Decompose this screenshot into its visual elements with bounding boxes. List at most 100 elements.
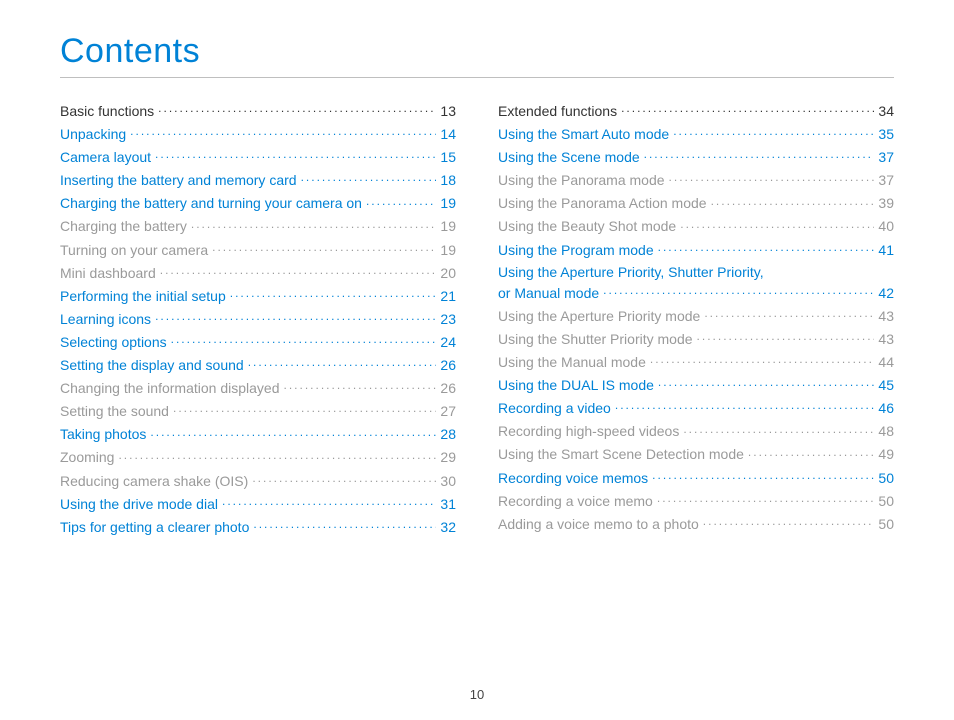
- toc-page: 23: [440, 311, 456, 327]
- toc-label: Adding a voice memo to a photo: [498, 516, 699, 532]
- toc-entry[interactable]: Using the Program mode 41: [498, 241, 894, 258]
- toc-entry-cont[interactable]: or Manual mode42: [498, 284, 894, 301]
- toc-page: 29: [440, 449, 456, 465]
- toc-page: 19: [440, 242, 456, 258]
- toc-label: Using the DUAL IS mode: [498, 377, 654, 393]
- toc-entry[interactable]: Recording a video46: [498, 399, 894, 416]
- toc-page: 19: [440, 195, 456, 211]
- toc-label: Using the Program mode: [498, 242, 654, 258]
- toc-entry[interactable]: Using the drive mode dial 31: [60, 495, 456, 512]
- toc-entry: Changing the information displayed 26: [60, 379, 456, 396]
- toc-label: Using the Beauty Shot mode: [498, 218, 676, 234]
- toc-leader: [155, 148, 436, 162]
- toc-entry[interactable]: Performing the initial setup21: [60, 287, 456, 304]
- toc-entry: Recording a voice memo50: [498, 492, 894, 509]
- toc-entry[interactable]: Using the Smart Auto mode35: [498, 125, 894, 142]
- toc-entry[interactable]: Taking photos 28: [60, 425, 456, 442]
- toc-page: 20: [440, 265, 456, 281]
- toc-leader: [652, 469, 874, 483]
- toc-label: Using the Panorama Action mode: [498, 195, 707, 211]
- toc-label: Using the drive mode dial: [60, 496, 218, 512]
- toc-page: 26: [440, 380, 456, 396]
- toc-page: 14: [440, 126, 456, 142]
- toc-page: 35: [878, 126, 894, 142]
- toc-leader: [150, 425, 436, 439]
- toc-leader: [669, 171, 875, 185]
- toc-label: Inserting the battery and memory card: [60, 172, 297, 188]
- toc-entry[interactable]: Using the Scene mode37: [498, 148, 894, 165]
- toc-leader: [697, 330, 875, 344]
- toc-leader: [366, 194, 436, 208]
- toc-page: 37: [878, 172, 894, 188]
- toc-entry: Adding a voice memo to a photo 50: [498, 515, 894, 532]
- toc-label: Recording voice memos: [498, 470, 648, 486]
- toc-page: 13: [440, 103, 456, 119]
- toc-leader: [301, 171, 437, 185]
- toc-label: Mini dashboard: [60, 265, 156, 281]
- toc-entry: Reducing camera shake (OIS) 30: [60, 472, 456, 489]
- toc-entry[interactable]: Unpacking14: [60, 125, 456, 142]
- toc-page: 28: [440, 426, 456, 442]
- toc-leader: [283, 379, 436, 393]
- toc-label: Taking photos: [60, 426, 146, 442]
- toc-label: Using the Smart Scene Detection mode: [498, 446, 744, 462]
- toc-page: 30: [440, 473, 456, 489]
- toc-leader: [130, 125, 436, 139]
- toc-entry[interactable]: Using the DUAL IS mode45: [498, 376, 894, 393]
- toc-leader: [683, 422, 874, 436]
- toc-entry: Recording high-speed videos48: [498, 422, 894, 439]
- toc-entry[interactable]: Using the Aperture Priority, Shutter Pri…: [498, 264, 894, 280]
- toc-page: 15: [440, 149, 456, 165]
- toc-entry: Using the Panorama Action mode39: [498, 194, 894, 211]
- toc-entry: Using the Manual mode44: [498, 353, 894, 370]
- toc-page: 40: [878, 218, 894, 234]
- toc-label: Using the Scene mode: [498, 149, 640, 165]
- page-number: 10: [0, 687, 954, 702]
- toc-label: Charging the battery and turning your ca…: [60, 195, 362, 211]
- toc-columns: Basic functions13 Unpacking14 Camera layou…: [60, 102, 894, 541]
- title-rule: [60, 77, 894, 78]
- toc-label: Changing the information displayed: [60, 380, 279, 396]
- toc-entry[interactable]: Selecting options24: [60, 333, 456, 350]
- toc-entry[interactable]: Charging the battery and turning your ca…: [60, 194, 456, 211]
- toc-column-left: Basic functions13 Unpacking14 Camera layou…: [60, 102, 456, 541]
- toc-page: 27: [440, 403, 456, 419]
- toc-label: Using the Shutter Priority mode: [498, 331, 693, 347]
- toc-page: 50: [878, 516, 894, 532]
- toc-page: 46: [878, 400, 894, 416]
- toc-page: 50: [878, 493, 894, 509]
- toc-page: 41: [878, 242, 894, 258]
- toc-leader: [673, 125, 874, 139]
- toc-label: Reducing camera shake (OIS): [60, 473, 248, 489]
- toc-leader: [748, 445, 875, 459]
- toc-page: 26: [440, 357, 456, 373]
- toc-entry[interactable]: Tips for getting a clearer photo32: [60, 518, 456, 535]
- toc-leader: [704, 307, 874, 321]
- toc-entry: Setting the sound27: [60, 402, 456, 419]
- toc-entry: Extended functions34: [498, 102, 894, 119]
- toc-label: Tips for getting a clearer photo: [60, 519, 249, 535]
- toc-label: Using the Aperture Priority, Shutter Pri…: [498, 264, 764, 280]
- toc-leader: [158, 102, 436, 116]
- toc-leader: [658, 376, 875, 390]
- toc-entry[interactable]: Recording voice memos50: [498, 469, 894, 486]
- toc-entry[interactable]: Camera layout15: [60, 148, 456, 165]
- toc-page: 49: [878, 446, 894, 462]
- toc-leader: [248, 356, 437, 370]
- toc-page: 44: [878, 354, 894, 370]
- toc-leader: [680, 217, 874, 231]
- toc-entry[interactable]: Learning icons23: [60, 310, 456, 327]
- toc-leader: [658, 241, 875, 255]
- toc-entry[interactable]: Inserting the battery and memory card18: [60, 171, 456, 188]
- toc-label: Selecting options: [60, 334, 167, 350]
- toc-leader: [222, 495, 436, 509]
- toc-entry: Basic functions13: [60, 102, 456, 119]
- toc-page: 43: [878, 308, 894, 324]
- toc-page: 19: [440, 218, 456, 234]
- toc-leader: [615, 399, 875, 413]
- toc-leader: [657, 492, 875, 506]
- toc-label: or Manual mode: [498, 285, 599, 301]
- toc-entry[interactable]: Setting the display and sound26: [60, 356, 456, 373]
- toc-page: 31: [440, 496, 456, 512]
- toc-leader: [644, 148, 875, 162]
